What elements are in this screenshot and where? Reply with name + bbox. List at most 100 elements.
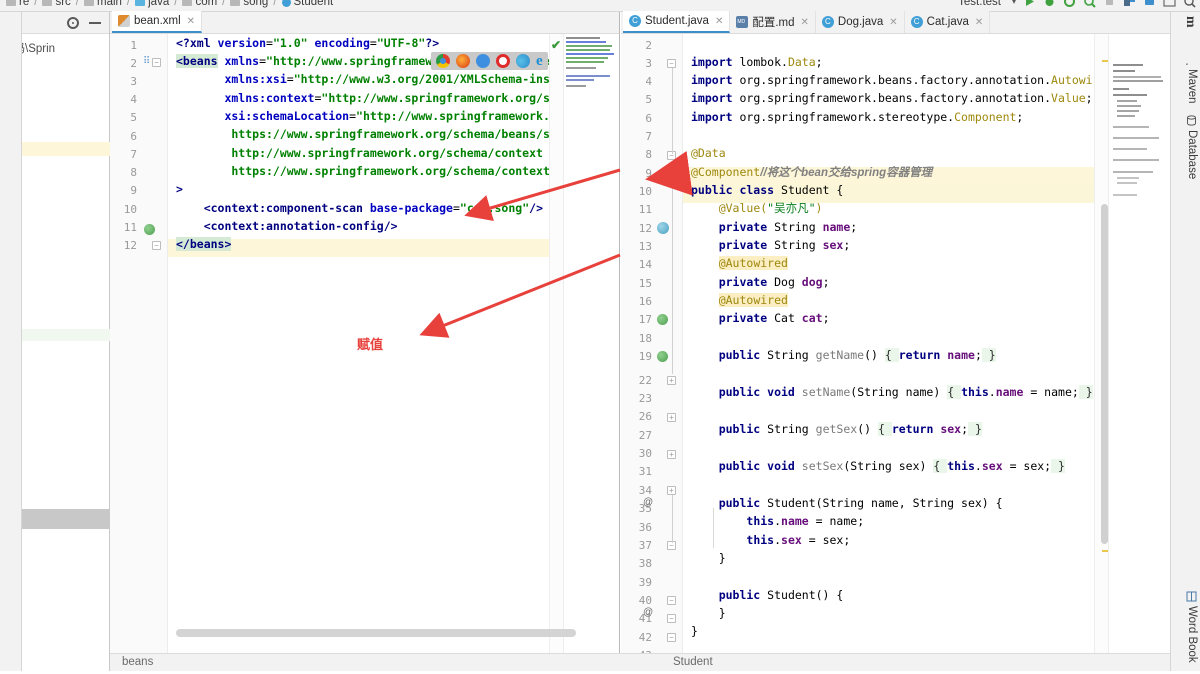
fold-toggle-icon[interactable]: − — [667, 633, 676, 642]
tab-cat-java[interactable]: C Cat.java ✕ — [904, 11, 991, 33]
run-configuration-selector[interactable]: Test.test — [958, 0, 1001, 8]
debug-icon[interactable] — [1043, 0, 1056, 8]
right-code-area[interactable]: 2 3 4 5 6 7 8 9 10 11 12 13 14 15 16 17 … — [621, 34, 1170, 659]
left-code-area[interactable]: 1 2 3 4 5 6 7 8 9 10 11 12 ⠿ − − <?xml v… — [110, 34, 619, 659]
code-line: public void setName(String name) { this.… — [691, 385, 1093, 399]
profile-icon[interactable] — [1083, 0, 1096, 8]
firefox-icon[interactable] — [456, 54, 470, 68]
hide-icon[interactable] — [89, 21, 101, 24]
watermark — [1157, 654, 1160, 665]
line-number: 27 — [638, 429, 652, 442]
fold-toggle-icon[interactable]: − — [667, 596, 676, 605]
inspection-ok-icon: ✔ — [551, 38, 562, 52]
fold-toggle-icon[interactable]: + — [667, 413, 676, 422]
left-inspection-stripe[interactable]: ✔ — [549, 34, 563, 659]
left-status-breadcrumb[interactable]: beans — [122, 656, 153, 668]
left-horizontal-scrollbar[interactable] — [176, 629, 576, 637]
run-coverage-icon[interactable] — [1063, 0, 1076, 8]
tab-dog-java[interactable]: C Dog.java ✕ — [815, 11, 905, 33]
fold-toggle-icon[interactable]: − — [667, 169, 676, 178]
spring-bean-gutter-icon[interactable] — [144, 224, 155, 235]
tool-window-database[interactable]: Database — [1186, 115, 1198, 179]
left-code-lines[interactable]: <?xml version="1.0" encoding="UTF-8"?> <… — [176, 34, 619, 659]
screenshot-icon[interactable] — [1163, 0, 1176, 8]
override-gutter-icon[interactable]: @ — [643, 607, 653, 618]
java-class-icon: C — [629, 15, 641, 27]
right-vertical-scrollbar[interactable] — [1101, 204, 1108, 544]
ie-icon[interactable] — [496, 54, 510, 68]
java-class-icon — [281, 0, 291, 7]
breadcrumb-item-main[interactable]: main / — [83, 0, 132, 8]
left-gutter[interactable]: 1 2 3 4 5 6 7 8 9 10 11 12 ⠿ − − — [110, 34, 168, 659]
fold-toggle-icon[interactable]: + — [667, 376, 676, 385]
line-number: 2 — [645, 39, 652, 52]
close-icon[interactable]: ✕ — [975, 17, 983, 28]
breadcrumb-item-src[interactable]: src / — [42, 0, 81, 8]
edge-icon[interactable]: e — [536, 54, 543, 69]
autowired-gutter-icon[interactable] — [657, 351, 668, 362]
breadcrumb-item-re[interactable]: re / — [6, 0, 39, 8]
line-number: 8 — [130, 166, 137, 179]
gear-icon[interactable] — [67, 16, 79, 29]
close-icon[interactable]: ✕ — [801, 17, 809, 28]
tab-bean-xml[interactable]: bean.xml ✕ — [112, 11, 203, 33]
fold-toggle-icon[interactable]: + — [667, 486, 676, 495]
code-line: <context:annotation-config/> — [176, 219, 398, 233]
fold-toggle-icon[interactable]: − — [667, 59, 676, 68]
code-line: </beans> — [176, 237, 232, 251]
xml-schema-gutter-icon[interactable]: ⠿ — [143, 56, 150, 67]
line-number: 39 — [638, 576, 652, 589]
right-gutter[interactable]: 2 3 4 5 6 7 8 9 10 11 12 13 14 15 16 17 … — [621, 34, 683, 659]
fold-toggle-icon[interactable]: − — [152, 58, 161, 67]
opera-icon[interactable] — [476, 54, 490, 68]
code-line: http://www.springframework.org/schema/co… — [176, 146, 543, 160]
right-minimap[interactable] — [1108, 34, 1170, 659]
line-number: 37 — [638, 539, 652, 552]
tab-label: Cat.java — [926, 16, 969, 28]
fold-toggle-icon[interactable]: − — [667, 614, 676, 623]
breadcrumb-label: main — [96, 0, 122, 8]
maven-m-icon[interactable]: m — [1182, 16, 1198, 28]
browser-launcher-popup[interactable]: e — [431, 52, 548, 70]
breadcrumb-item-student[interactable]: Student — [281, 0, 333, 8]
tool-window-maven[interactable]: m Maven — [1181, 54, 1198, 104]
tab-config-md[interactable]: 配置.md ✕ — [730, 11, 816, 33]
chevron-down-icon[interactable]: ▾ — [1012, 0, 1016, 6]
fold-toggle-icon[interactable]: + — [667, 450, 676, 459]
java-class-icon: C — [821, 16, 834, 28]
build-icon[interactable] — [1123, 0, 1136, 8]
spring-component-gutter-icon[interactable] — [657, 222, 669, 234]
java-class-icon: C — [910, 16, 923, 28]
line-number: 9 — [130, 184, 137, 197]
tool-window-word-book[interactable]: Word Book — [1186, 591, 1198, 663]
line-number: 13 — [638, 240, 652, 253]
line-number: 8 — [645, 148, 652, 161]
search-everywhere-icon[interactable] — [1143, 0, 1156, 8]
override-gutter-icon[interactable]: @ — [643, 497, 653, 508]
code-line: import org.springframework.beans.factory… — [691, 91, 1093, 105]
code-line: import org.springframework.stereotype.Co… — [691, 110, 1024, 124]
line-number: 10 — [638, 185, 652, 198]
run-icon[interactable] — [1023, 0, 1036, 8]
close-icon[interactable]: ✕ — [715, 16, 723, 27]
chrome-icon[interactable] — [436, 54, 450, 68]
right-code-lines[interactable]: import lombok.Data; import org.springfra… — [691, 34, 1120, 659]
fold-toggle-icon[interactable]: − — [152, 241, 161, 250]
breadcrumb-item-com[interactable]: com / — [182, 0, 227, 8]
breadcrumb-item-song[interactable]: song / — [230, 0, 278, 8]
code-line: @Component//将这个bean交给spring容器管理 — [691, 165, 933, 179]
edge-legacy-icon[interactable] — [516, 54, 530, 68]
close-icon[interactable]: ✕ — [889, 17, 897, 28]
line-number: 7 — [645, 130, 652, 143]
breadcrumb-item-java[interactable]: java / — [135, 0, 179, 8]
tab-student-java[interactable]: C Student.java ✕ — [623, 11, 731, 33]
autowired-gutter-icon[interactable] — [657, 314, 668, 325]
left-editor-pane: bean.xml ✕ 1 2 3 4 5 6 7 8 9 10 11 12 ⠿ … — [110, 11, 620, 671]
line-number: 12 — [638, 222, 652, 235]
code-line: <context:component-scan base-package="co… — [176, 201, 543, 215]
close-icon[interactable]: ✕ — [187, 16, 195, 27]
right-status-breadcrumb[interactable]: Student — [673, 656, 713, 668]
left-minimap[interactable] — [563, 34, 619, 659]
line-number: 9 — [645, 167, 652, 180]
magnifier-icon[interactable] — [1183, 0, 1196, 8]
